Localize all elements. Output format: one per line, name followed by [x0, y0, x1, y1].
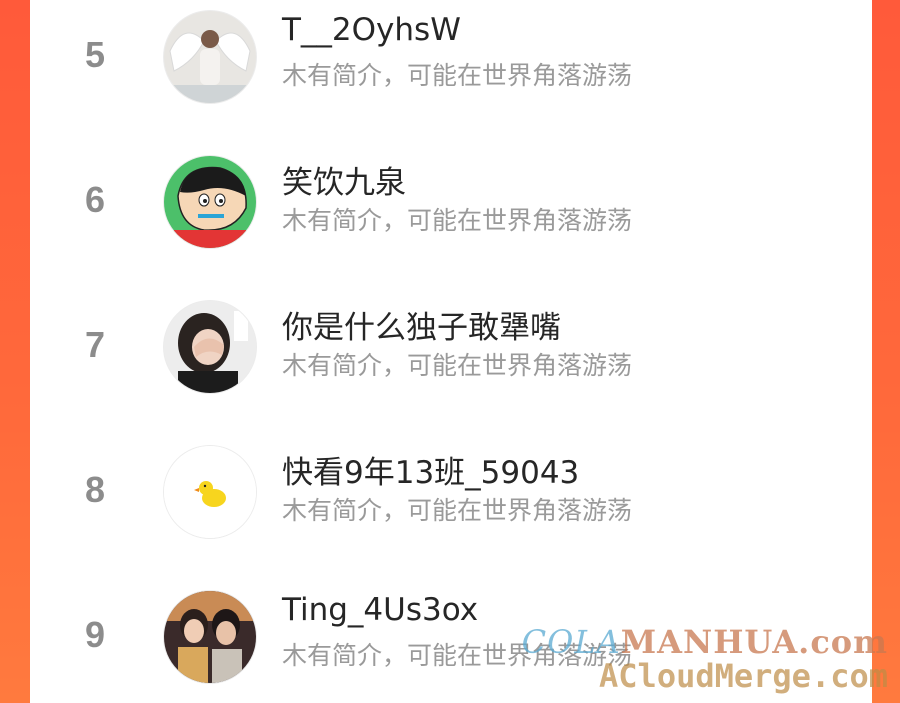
user-name[interactable]: 你是什么独子敢犟嘴: [282, 302, 561, 347]
user-bio: 木有简介，可能在世界角落游荡: [282, 496, 633, 525]
list-item[interactable]: 5 T__2OyhsW 木有简介，可能在世界角落游荡: [30, 0, 872, 140]
user-bio: 木有简介，可能在世界角落游荡: [282, 351, 633, 380]
user-name[interactable]: Ting_4Us3ox: [282, 592, 478, 628]
ranking-panel: 5 T__2OyhsW 木有简介，可能在世界角落游荡 6 笑饮九泉 木有简介，可…: [30, 0, 872, 703]
user-name[interactable]: 快看9年13班_59043: [282, 447, 579, 492]
list-item[interactable]: 8 快看9年13班_59043 木有简介，可能在世界角落游荡: [30, 435, 872, 575]
rank-number: 9: [84, 614, 106, 655]
avatar[interactable]: [163, 445, 257, 539]
rank-number: 6: [84, 179, 106, 220]
avatar[interactable]: [163, 300, 257, 394]
rank-number: 8: [84, 469, 106, 510]
user-bio: 木有简介，可能在世界角落游荡: [282, 641, 633, 670]
rank-number: 5: [84, 34, 106, 75]
avatar[interactable]: [163, 155, 257, 249]
list-item[interactable]: 6 笑饮九泉 木有简介，可能在世界角落游荡: [30, 145, 872, 285]
list-item[interactable]: 7 你是什么独子敢犟嘴 木有简介，可能在世界角落游荡: [30, 290, 872, 430]
user-bio: 木有简介，可能在世界角落游荡: [282, 206, 633, 235]
user-bio: 木有简介，可能在世界角落游荡: [282, 61, 633, 90]
rank-number: 7: [84, 324, 106, 365]
avatar[interactable]: [163, 590, 257, 684]
user-name[interactable]: T__2OyhsW: [282, 12, 461, 48]
avatar[interactable]: [163, 10, 257, 104]
user-name[interactable]: 笑饮九泉: [282, 157, 406, 202]
list-item[interactable]: 9 Ting_4Us3ox 木有简介，可能在世界角落游荡: [30, 580, 872, 703]
